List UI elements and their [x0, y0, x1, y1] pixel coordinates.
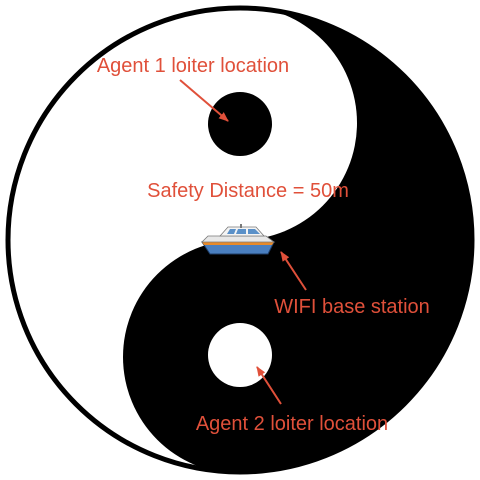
- agent1-loiter-dot: [208, 92, 272, 156]
- wifi-base-station-label: WIFI base station: [274, 296, 430, 318]
- agent2-label: Agent 2 loiter location: [196, 413, 388, 435]
- safety-distance-label: Safety Distance = 50m: [147, 180, 349, 202]
- agent2-loiter-dot: [208, 323, 272, 387]
- agent1-label: Agent 1 loiter location: [97, 55, 289, 77]
- yin-yang-diagram: Agent 1 loiter location Safety Distance …: [0, 0, 480, 480]
- diagram-svg: Agent 1 loiter location Safety Distance …: [5, 5, 475, 475]
